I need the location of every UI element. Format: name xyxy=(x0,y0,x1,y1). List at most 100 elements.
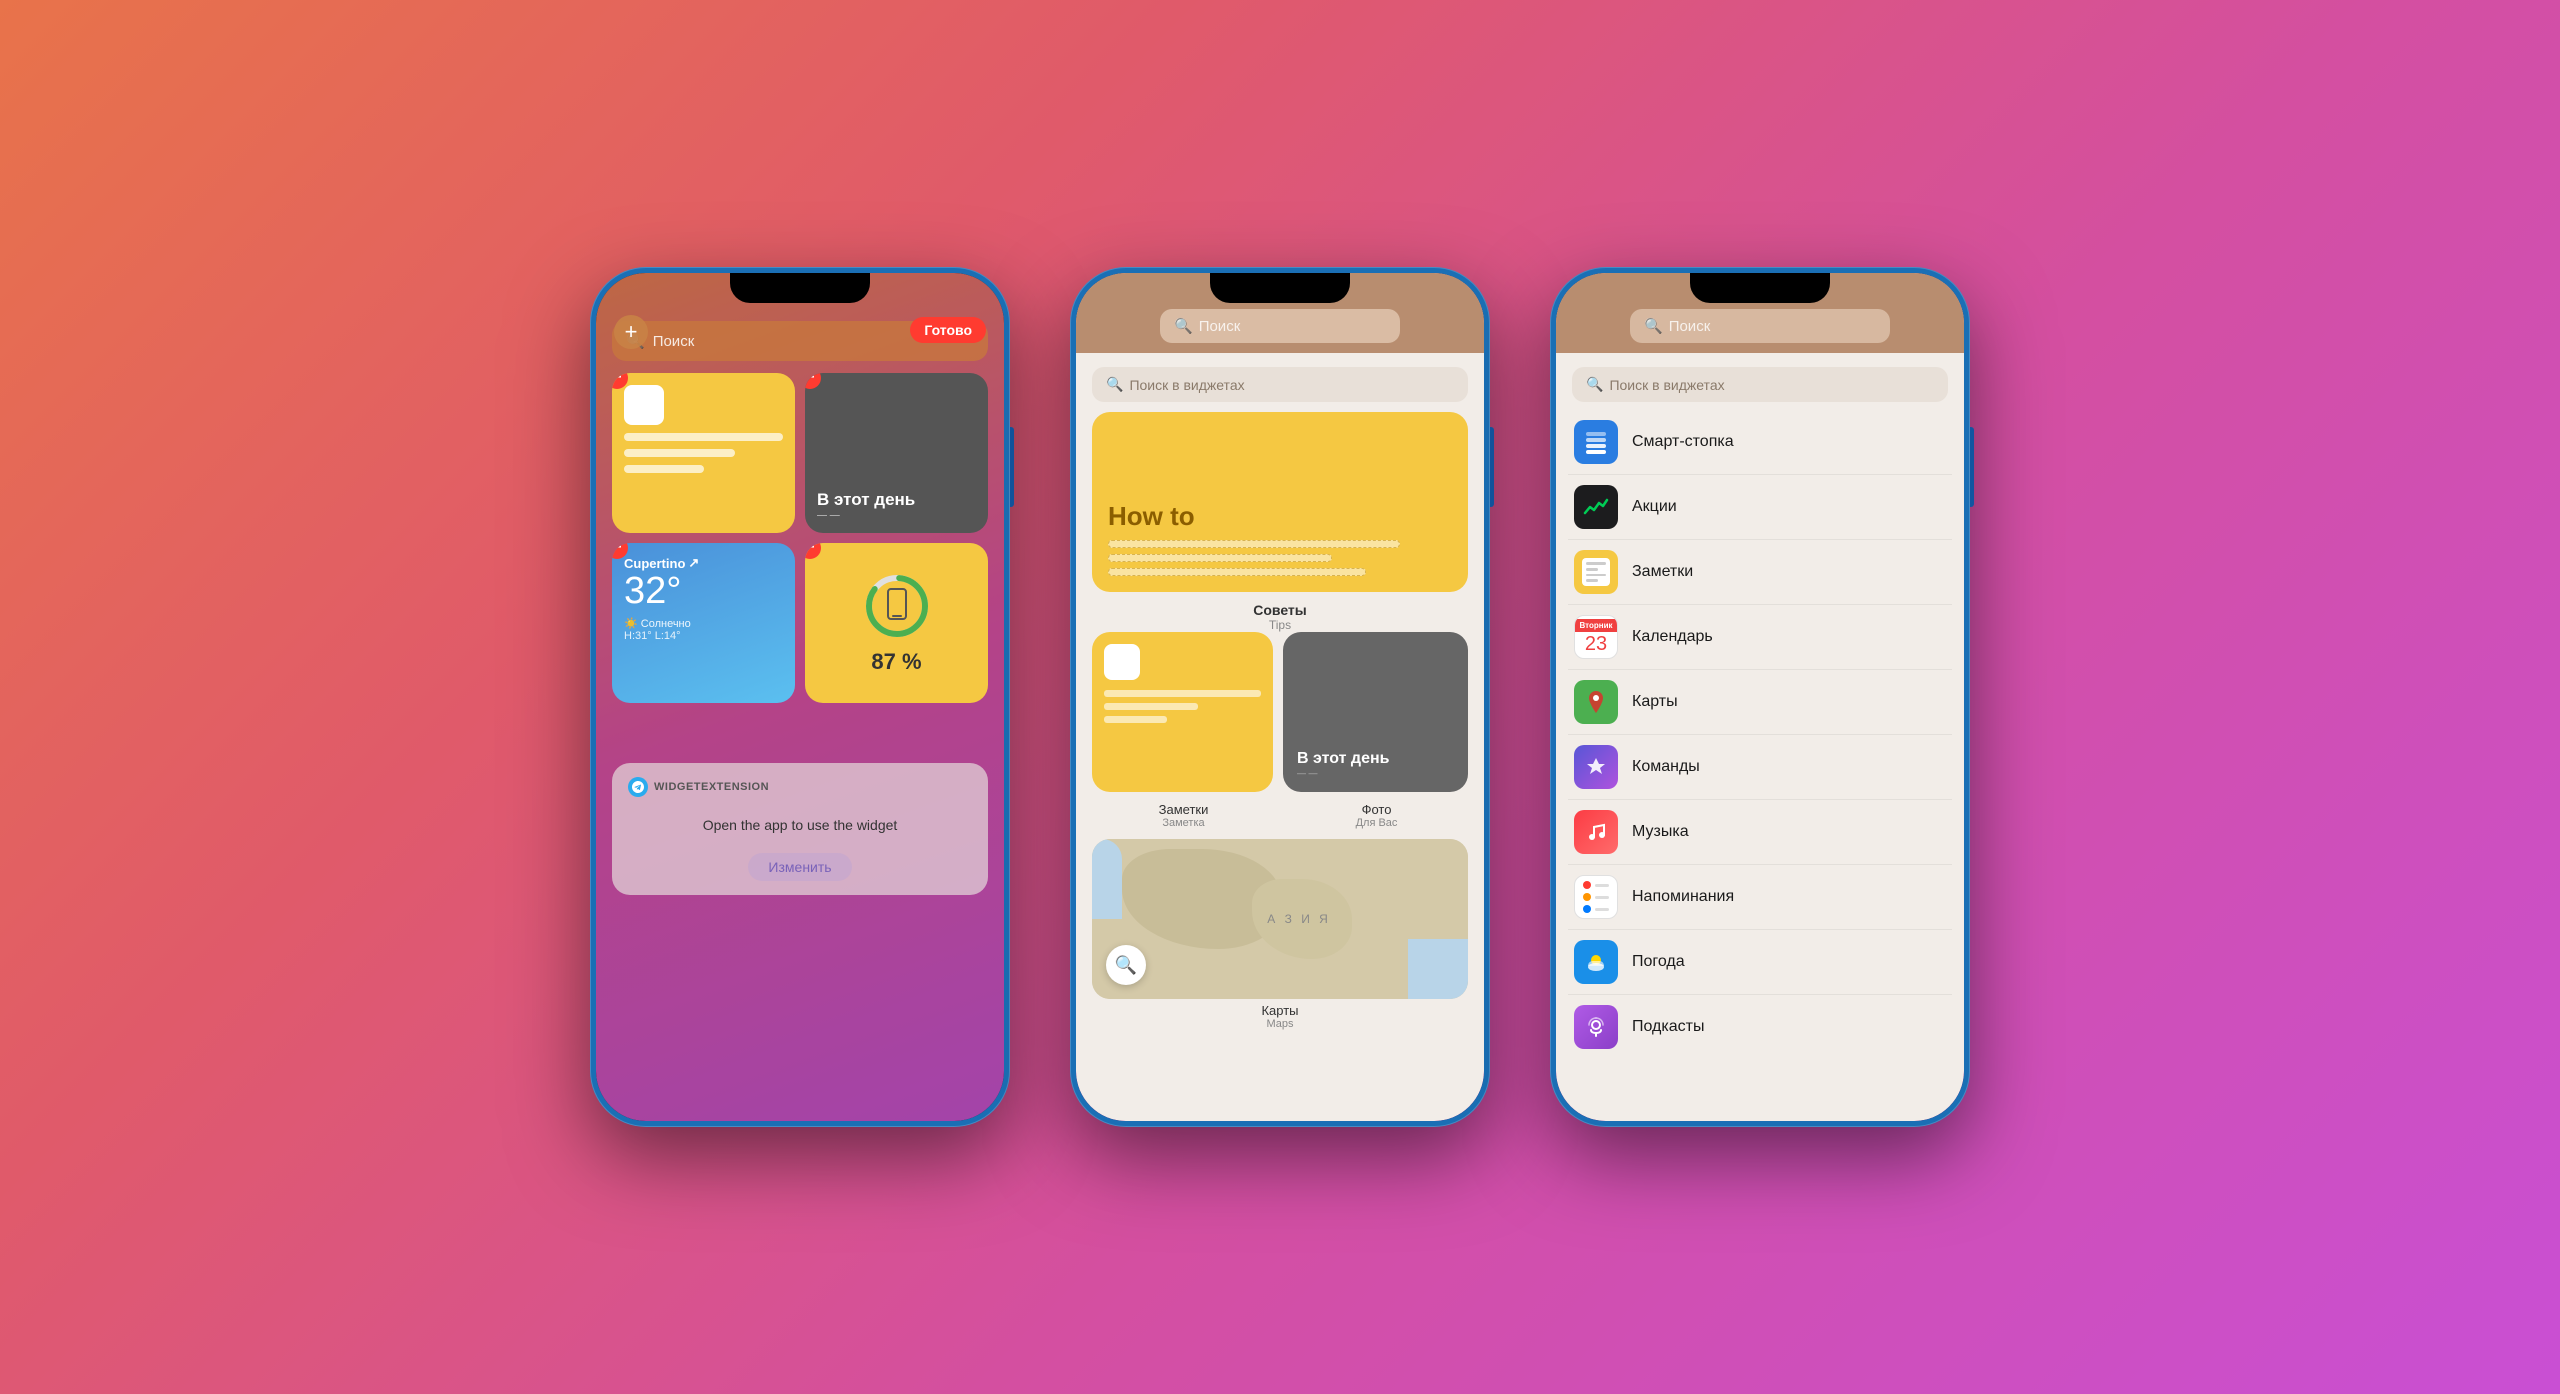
notes-label-text: Заметки xyxy=(1092,802,1275,817)
shortcuts-icon xyxy=(1574,745,1618,789)
podcasts-icon xyxy=(1574,1005,1618,1049)
p3-search-icon: 🔍 xyxy=(1644,317,1663,335)
notch-2 xyxy=(1210,273,1350,303)
app-row-shortcuts[interactable]: Команды xyxy=(1568,735,1952,800)
calendar-icon: Вторник 23 xyxy=(1574,615,1618,659)
music-icon xyxy=(1574,810,1618,854)
app-list: Смарт-стопка Акции xyxy=(1568,410,1952,1059)
ws-widget-search[interactable]: 🔍 Поиск в виджетах xyxy=(1092,367,1468,402)
ws-map-bg: А З И Я 🔍 xyxy=(1092,839,1468,999)
telegram-widget: WIDGETEXTENSION Open the app to use the … xyxy=(612,763,988,895)
tips-widget[interactable]: How to xyxy=(1092,412,1468,592)
p3-search-label: Поиск в виджетах xyxy=(1609,377,1724,393)
battery-widget-content: 87 % xyxy=(805,543,988,703)
notes-icon xyxy=(624,385,664,425)
phone-3-background: 🔍 Поиск 🔍 Поиск в виджетах xyxy=(1556,273,1964,1121)
add-widget-button[interactable]: + xyxy=(614,315,648,349)
notes-app-icon xyxy=(1574,550,1618,594)
app-row-smartstack[interactable]: Смарт-стопка xyxy=(1568,410,1952,475)
telegram-change-button[interactable]: Изменить xyxy=(748,853,851,881)
ws-photos-label: Фото Для Вас xyxy=(1285,802,1468,829)
ws-notes-widget[interactable] xyxy=(1092,632,1273,792)
notch-1 xyxy=(730,273,870,303)
notes-line-3 xyxy=(624,465,704,473)
photos-sublabel-text: Для Вас xyxy=(1285,817,1468,829)
app-row-notes[interactable]: Заметки xyxy=(1568,540,1952,605)
onthisday-dots: — — xyxy=(817,510,915,521)
map-water-2 xyxy=(1408,939,1468,999)
ws-maps-widget[interactable]: А З И Я 🔍 xyxy=(1092,839,1468,999)
phone-1-screen: + 🔍 Поиск Готово − xyxy=(596,273,1004,1121)
ws-notes-line-3 xyxy=(1104,716,1167,723)
ws-search-icon: 🔍 xyxy=(1106,376,1123,393)
done-label: Готово xyxy=(924,322,972,338)
phone-2-screen: 🔍 Поиск 🔍 Поиск в виджетах How to xyxy=(1076,273,1484,1121)
app-row-podcasts[interactable]: Подкасты xyxy=(1568,995,1952,1059)
tips-howto-text: How to xyxy=(1108,501,1452,532)
podcasts-name: Подкасты xyxy=(1632,1018,1704,1036)
weather-desc: ☀️ Солнечно xyxy=(624,617,783,630)
ws-maps-label: Карты xyxy=(1076,1003,1484,1018)
app-row-music[interactable]: Музыка xyxy=(1568,800,1952,865)
battery-percentage: 87 % xyxy=(871,649,921,675)
tips-name: Советы xyxy=(1076,602,1484,618)
app-row-calendar[interactable]: Вторник 23 Календарь xyxy=(1568,605,1952,670)
ws-notes-icon xyxy=(1104,644,1140,680)
ws-top-search[interactable]: 🔍 Поиск xyxy=(1160,309,1400,343)
telegram-label: WIDGETEXTENSION xyxy=(654,781,769,793)
ws-top-search-label: Поиск xyxy=(1199,318,1241,335)
p3-top-search[interactable]: 🔍 Поиск xyxy=(1630,309,1890,343)
weather-temp: 32° xyxy=(624,571,783,613)
ws-photos-text: В этот день xyxy=(1297,750,1454,768)
app-row-weather[interactable]: Погода xyxy=(1568,930,1952,995)
photos-label-text: Фото xyxy=(1285,802,1468,817)
ws-photos-widget[interactable]: В этот день — — xyxy=(1283,632,1468,792)
weather-hi-lo: H:31° L:14° xyxy=(624,630,783,642)
battery-circle xyxy=(862,571,932,641)
maps-icon xyxy=(1574,680,1618,724)
onthisday-widget[interactable]: − В этот день — — xyxy=(805,373,988,533)
maps-name: Карты xyxy=(1632,693,1678,711)
widget-search-panel: 🔍 Поиск 🔍 Поиск в виджетах How to xyxy=(1076,273,1484,1121)
telegram-logo xyxy=(628,777,648,797)
app-row-reminders[interactable]: Напоминания xyxy=(1568,865,1952,930)
map-region-label: А З И Я xyxy=(1267,912,1331,926)
tips-dashes xyxy=(1108,540,1452,576)
weather-app-name: Погода xyxy=(1632,953,1685,971)
search-icon-2: 🔍 xyxy=(1174,317,1193,335)
app-row-maps[interactable]: Карты xyxy=(1568,670,1952,735)
ws-notes-line-2 xyxy=(1104,703,1198,710)
reminders-name: Напоминания xyxy=(1632,888,1734,906)
notes-sublabel-text: Заметка xyxy=(1092,817,1275,829)
weather-app-icon xyxy=(1574,940,1618,984)
p3-widget-search[interactable]: 🔍 Поиск в виджетах xyxy=(1572,367,1948,402)
done-button[interactable]: Готово xyxy=(910,317,986,343)
music-name: Музыка xyxy=(1632,823,1689,841)
ws-notes-photos-row: В этот день — — xyxy=(1092,632,1468,792)
tips-sublabel: Tips xyxy=(1076,618,1484,632)
phone-1: + 🔍 Поиск Готово − xyxy=(590,267,1010,1127)
widget-grid: − − В этот день — — xyxy=(612,373,988,703)
map-search-button[interactable]: 🔍 xyxy=(1106,945,1146,985)
tips-dash-3 xyxy=(1108,568,1366,576)
ws-photos-dots: — — xyxy=(1297,768,1454,778)
search-placeholder: Поиск xyxy=(653,333,695,350)
weather-widget[interactable]: − Cupertino ↗ 32° ☀️ Солнечно H:31° L:14… xyxy=(612,543,795,703)
stocks-name: Акции xyxy=(1632,498,1677,516)
phone-1-background: + 🔍 Поиск Готово − xyxy=(596,273,1004,1121)
battery-widget[interactable]: − 87 % xyxy=(805,543,988,703)
phone-2-background: 🔍 Поиск 🔍 Поиск в виджетах How to xyxy=(1076,273,1484,1121)
notes-line-1 xyxy=(624,433,783,441)
notes-widget-content xyxy=(612,373,795,533)
phone-3: 🔍 Поиск 🔍 Поиск в виджетах xyxy=(1550,267,1970,1127)
weather-location: Cupertino ↗ xyxy=(624,555,783,571)
ws-search-label: Поиск в виджетах xyxy=(1129,377,1244,393)
shortcuts-name: Команды xyxy=(1632,758,1700,776)
notes-widget[interactable]: − xyxy=(612,373,795,533)
p3-ws-icon: 🔍 xyxy=(1586,376,1603,393)
notes-app-name: Заметки xyxy=(1632,563,1693,581)
reminders-icon xyxy=(1574,875,1618,919)
phone-2: 🔍 Поиск 🔍 Поиск в виджетах How to xyxy=(1070,267,1490,1127)
map-water-1 xyxy=(1092,839,1122,919)
app-row-stocks[interactable]: Акции xyxy=(1568,475,1952,540)
